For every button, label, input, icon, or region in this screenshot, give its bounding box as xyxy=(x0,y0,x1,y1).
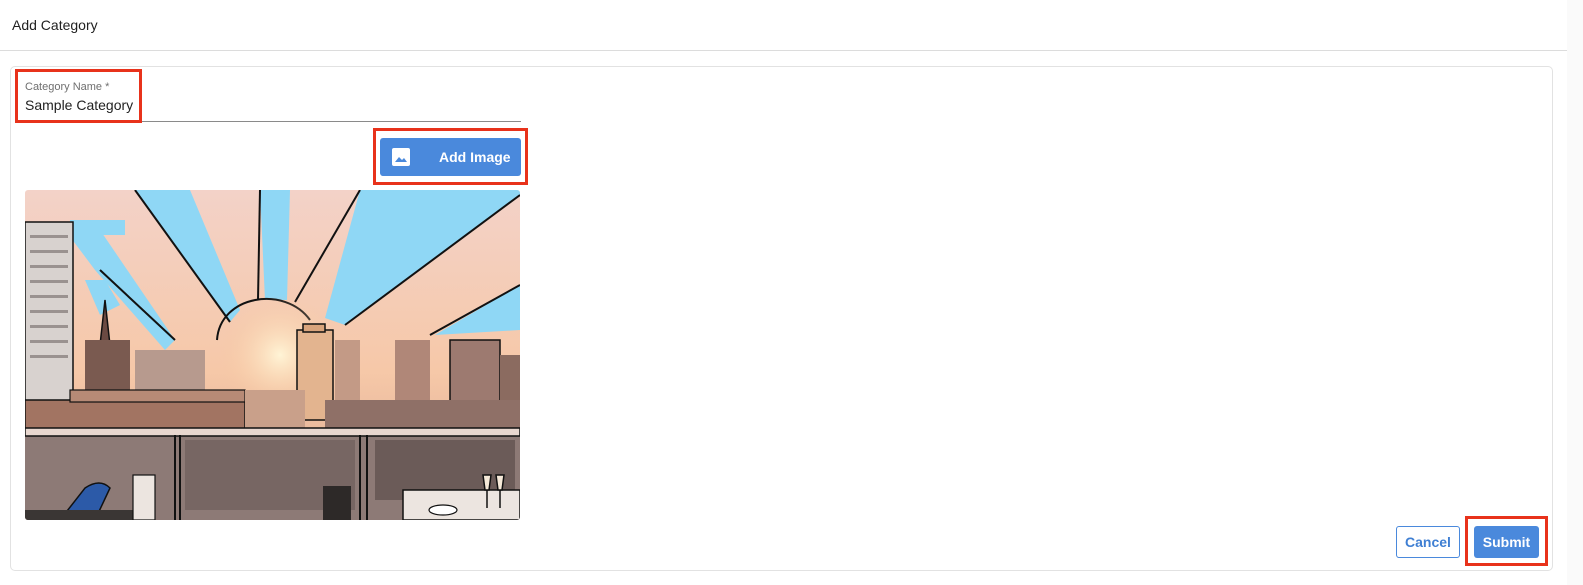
image-icon xyxy=(392,148,410,166)
submit-button[interactable]: Submit xyxy=(1474,526,1539,558)
category-name-field[interactable]: Category Name * xyxy=(25,79,521,122)
page-header: Add Category xyxy=(0,0,1567,51)
category-name-label: Category Name * xyxy=(25,81,110,93)
add-image-label: Add Image xyxy=(439,149,511,165)
cancel-button[interactable]: Cancel xyxy=(1396,526,1460,558)
city-skyline-image xyxy=(25,190,520,520)
add-image-button[interactable]: Add Image xyxy=(380,138,521,176)
page-title: Add Category xyxy=(12,17,98,33)
category-name-input[interactable] xyxy=(25,97,521,113)
category-form-card: Category Name * Add Image xyxy=(10,66,1553,571)
page-scrollbar[interactable] xyxy=(1567,0,1583,585)
category-image-preview xyxy=(25,190,520,520)
